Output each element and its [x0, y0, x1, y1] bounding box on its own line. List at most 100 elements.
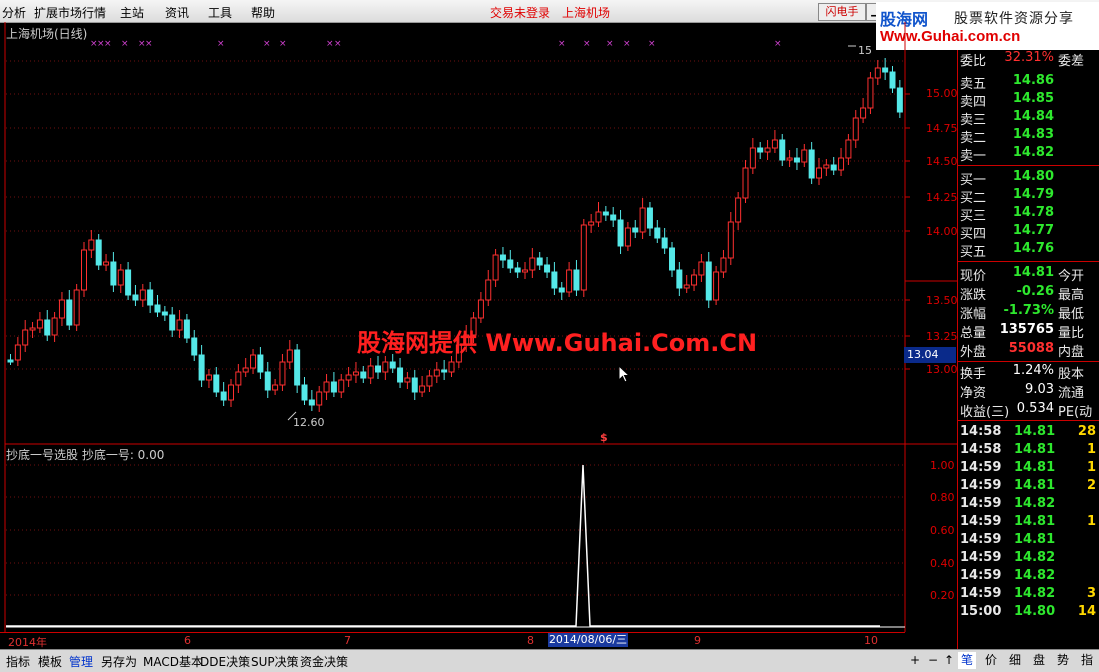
signal-marker: ×: [217, 39, 225, 49]
tick-price: 14.82: [1014, 568, 1056, 583]
candle-body: [198, 354, 205, 381]
signal-marker: ×: [774, 39, 782, 49]
candle-body: [433, 369, 440, 377]
candle-body: [147, 289, 154, 306]
sell-level-label: 卖四: [960, 95, 987, 110]
stat-row: 总量 135765 量比: [958, 322, 1099, 341]
candle-body: [896, 87, 903, 113]
sell-level-price: 14.86: [1012, 73, 1054, 88]
tab-dde[interactable]: DDE决策: [200, 653, 250, 670]
candle-body: [617, 219, 624, 247]
candle-body: [294, 349, 301, 386]
buy-4-row[interactable]: 买四 14.77: [958, 223, 1099, 242]
tick-volume: 2: [1086, 478, 1096, 493]
candle-body: [742, 167, 749, 199]
menu-tools[interactable]: 工具: [208, 4, 232, 21]
candle-body: [683, 284, 690, 289]
candle-body: [301, 384, 308, 401]
menu-help[interactable]: 帮助: [251, 4, 275, 21]
tab-capital[interactable]: 资金决策: [300, 653, 348, 670]
price-axis-label: 15.00: [926, 87, 958, 100]
buy-5-row[interactable]: 买五 14.76: [958, 241, 1099, 260]
candle-body: [860, 107, 867, 119]
sell-level-price: 14.85: [1012, 91, 1054, 106]
candle-body: [735, 197, 742, 223]
tab-order-book[interactable]: 盘: [1030, 652, 1048, 669]
candle-body: [117, 269, 124, 286]
tick-price: 14.81: [1014, 442, 1056, 457]
signal-marker: ×: [145, 39, 153, 49]
tab-manage[interactable]: 管理: [69, 653, 93, 670]
high-price-label: 15: [858, 44, 872, 57]
tab-detail[interactable]: 细: [1006, 652, 1024, 669]
tab-index[interactable]: 指: [1078, 652, 1096, 669]
sell-level-label: 卖五: [960, 77, 987, 92]
sell-4-row[interactable]: 卖四 14.85: [958, 91, 1099, 110]
date-axis-label: 9: [694, 634, 701, 647]
candle-body: [808, 149, 815, 179]
menu-extended-market[interactable]: 扩展市场行情: [34, 4, 106, 21]
candle-body: [801, 149, 808, 163]
tab-price[interactable]: 价: [982, 652, 1000, 669]
crosshair-date-box: 2014/08/06/三: [548, 633, 628, 647]
up-arrow-button[interactable]: ↑: [940, 652, 958, 669]
buy-level-label: 买三: [960, 209, 987, 224]
tick-price: 14.81: [1014, 532, 1056, 547]
tab-save-as[interactable]: 另存为: [101, 653, 137, 670]
tab-macd[interactable]: MACD基本: [143, 653, 203, 670]
buy-level-price: 14.79: [1012, 187, 1054, 202]
tab-trades[interactable]: 笔: [958, 652, 976, 669]
candle-body: [382, 361, 389, 373]
stat-value: 135765: [999, 322, 1054, 337]
price-axis-label: 13.25: [926, 330, 958, 343]
menu-news[interactable]: 资讯: [165, 4, 189, 21]
candle-body: [713, 271, 720, 301]
tab-sup[interactable]: SUP决策: [251, 653, 299, 670]
candle-body: [419, 385, 426, 393]
candle-body: [830, 164, 837, 171]
candle-body: [73, 289, 80, 326]
stat-label: 涨跌: [960, 288, 987, 303]
tick-time: 14:59: [960, 586, 1002, 601]
flash-trade-button[interactable]: 闪电手: [818, 3, 866, 21]
candle-body: [771, 139, 778, 149]
stat-value: -1.73%: [1003, 303, 1055, 318]
tick-row: 14:59 14.82: [958, 568, 1099, 586]
price-axis-label: 13.50: [926, 294, 958, 307]
tick-price: 14.82: [1014, 550, 1056, 565]
buy-2-row[interactable]: 买二 14.79: [958, 187, 1099, 206]
menu-analysis[interactable]: 分析: [2, 4, 26, 21]
buy-level-price: 14.77: [1012, 223, 1054, 238]
sell-5-row[interactable]: 卖五 14.86: [958, 73, 1099, 92]
tab-indicator[interactable]: 指标: [6, 653, 30, 670]
candle-body: [793, 157, 800, 163]
tick-volume: 1: [1086, 514, 1096, 529]
candle-body: [639, 207, 646, 233]
candle-body: [661, 237, 668, 249]
buy-1-row[interactable]: 买一 14.80: [958, 169, 1099, 188]
trade-login-status[interactable]: 交易未登录: [490, 4, 550, 21]
sell-3-row[interactable]: 卖三 14.84: [958, 109, 1099, 128]
tab-template[interactable]: 模板: [38, 653, 62, 670]
stat-label: 现价: [960, 269, 987, 284]
candle-body: [404, 377, 411, 383]
candle-body: [757, 147, 764, 153]
sell-2-row[interactable]: 卖二 14.83: [958, 127, 1099, 146]
stat-label-2: PE(动: [1058, 405, 1093, 420]
stat-label: 涨幅: [960, 307, 987, 322]
candle-body: [330, 381, 337, 393]
stat-label-2: 流通: [1058, 386, 1085, 401]
candle-body: [544, 264, 551, 273]
zoom-in-button[interactable]: +: [906, 652, 924, 669]
candle-body: [632, 227, 639, 233]
indicator-title: 抄底一号选股 抄底一号: 0.00: [6, 448, 165, 462]
buy-level-price: 14.78: [1012, 205, 1054, 220]
candle-body: [477, 299, 484, 319]
buy-level-label: 买五: [960, 245, 987, 260]
tab-trend[interactable]: 势: [1054, 652, 1072, 669]
tick-time: 14:59: [960, 460, 1002, 475]
sell-1-row[interactable]: 卖一 14.82: [958, 145, 1099, 164]
buy-3-row[interactable]: 买三 14.78: [958, 205, 1099, 224]
menu-main-station[interactable]: 主站: [120, 4, 144, 21]
crosshair-price-box: 13.04: [904, 347, 956, 363]
